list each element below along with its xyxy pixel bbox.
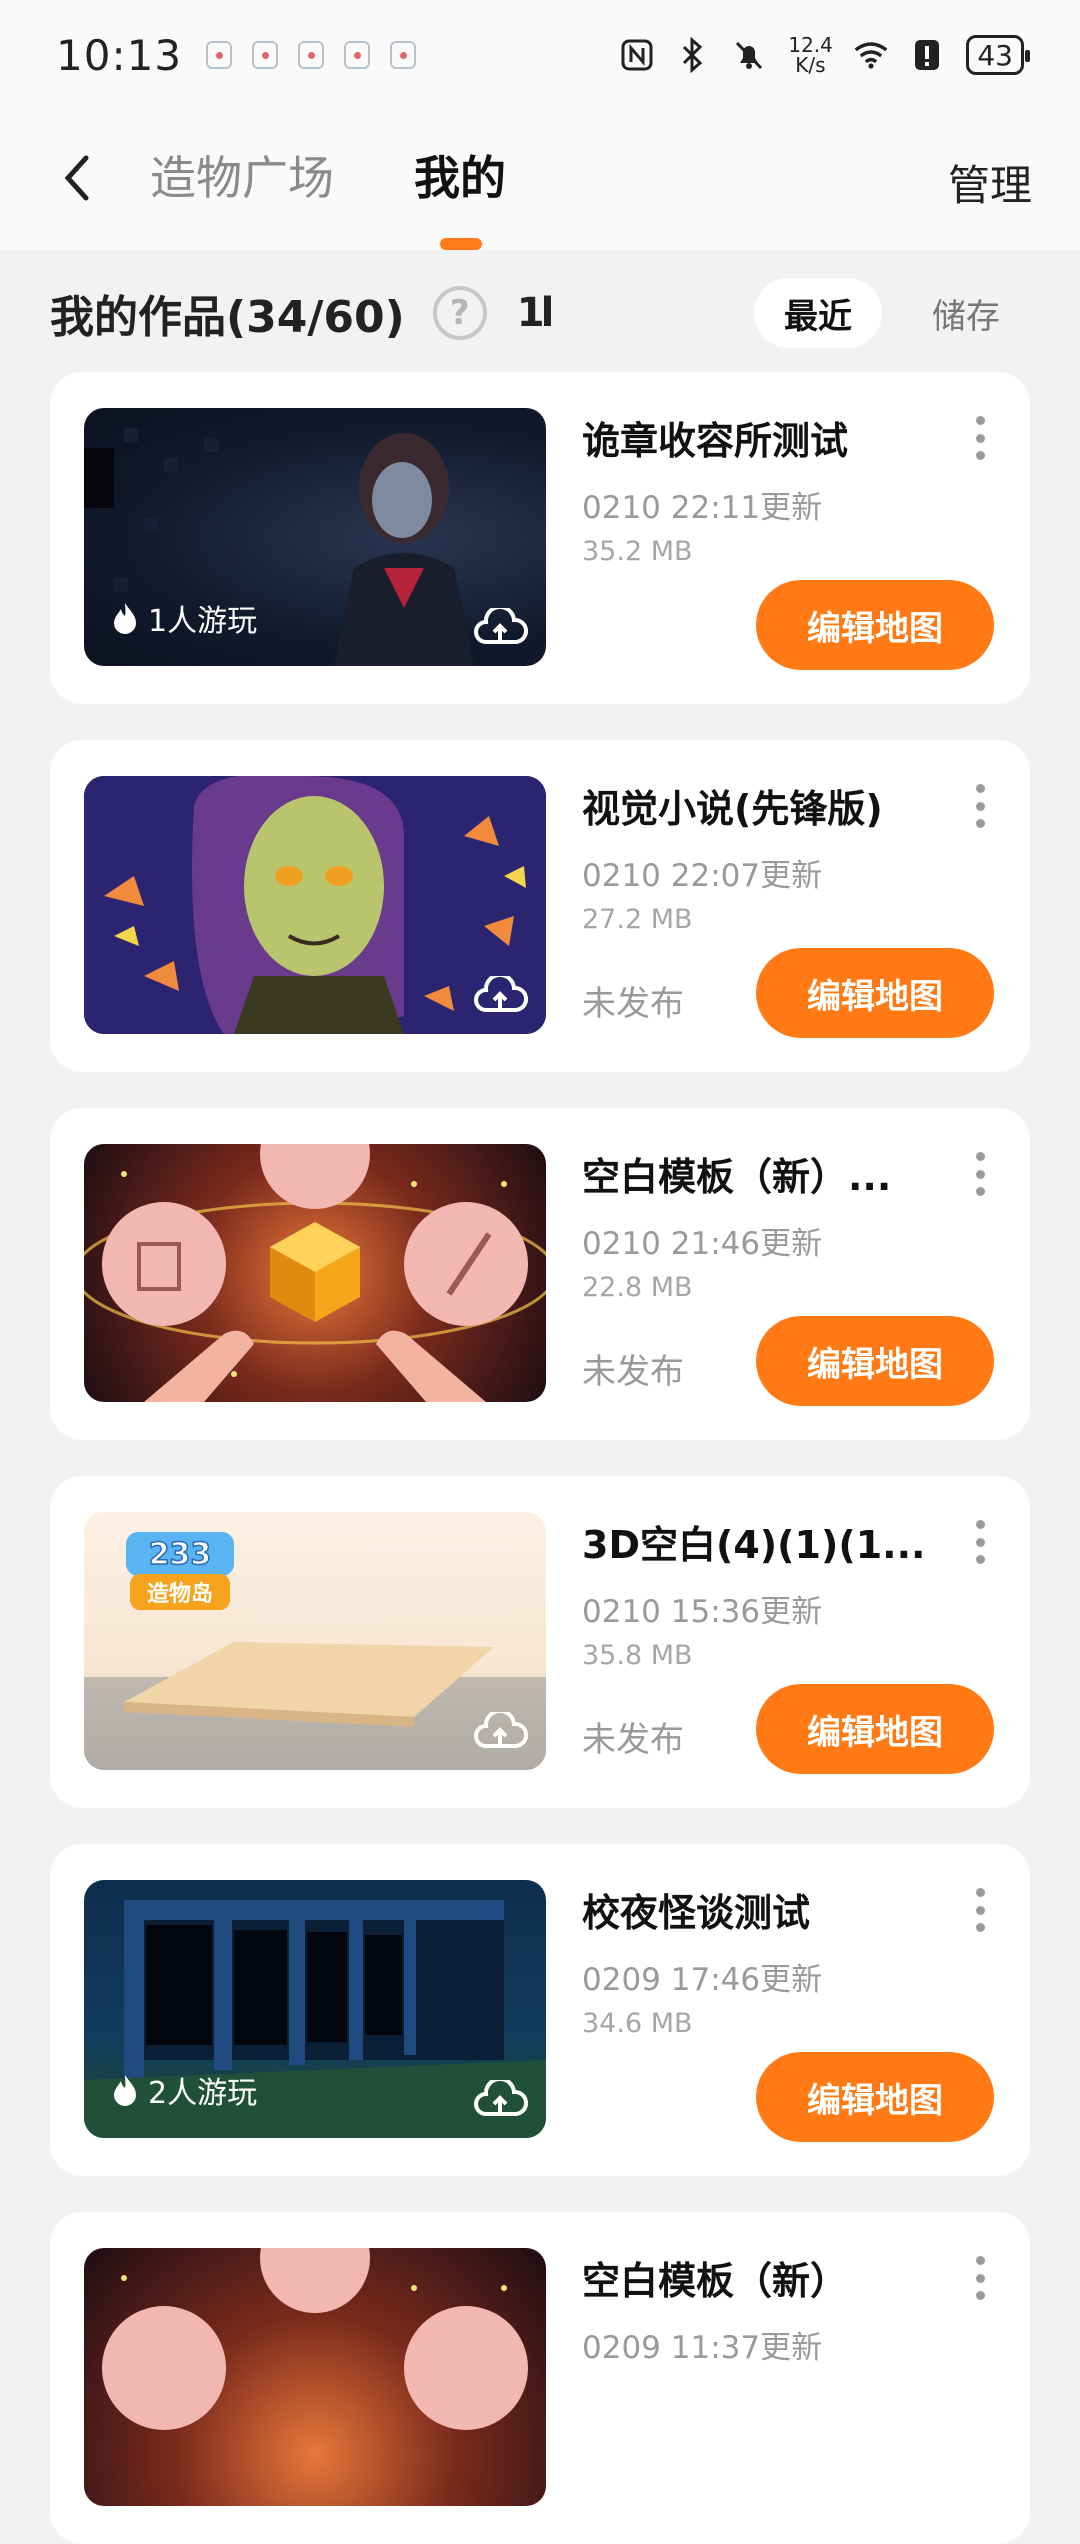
- segment-recent[interactable]: 最近: [754, 278, 882, 348]
- notification-icon: [390, 41, 417, 69]
- edit-map-button[interactable]: 编辑地图: [756, 1684, 994, 1774]
- top-navigation: 造物广场 我的 管理: [0, 110, 1080, 250]
- back-button[interactable]: [48, 148, 108, 208]
- work-updated: 0210 22:11更新: [582, 490, 823, 526]
- edit-map-button[interactable]: 编辑地图: [756, 2052, 994, 2142]
- more-options-icon[interactable]: [970, 1520, 990, 1564]
- edit-map-button[interactable]: 编辑地图: [756, 1316, 994, 1406]
- publish-status: 未发布: [582, 984, 684, 1024]
- thumbnail-art: [102, 2248, 528, 2430]
- players-count: 1人游玩: [112, 596, 257, 640]
- work-size: 35.8 MB: [582, 1640, 693, 1671]
- notification-icons: [206, 41, 417, 69]
- 233-logo-icon: 233 造物岛: [126, 1532, 234, 1610]
- network-speed: 12.4 K/s: [788, 35, 833, 77]
- works-title: 我的作品(34/60): [50, 292, 405, 343]
- work-updated: 0209 11:37更新: [582, 2330, 823, 2366]
- work-thumbnail[interactable]: 233 造物岛: [84, 1512, 546, 1770]
- sort-segment: 最近 储存: [754, 278, 1030, 348]
- tab-mine[interactable]: 我的: [414, 148, 506, 208]
- tab-plaza[interactable]: 造物广场: [150, 148, 334, 208]
- work-card[interactable]: 空白模板（新）... 0210 21:46更新 22.8 MB 未发布 编辑地图: [50, 1108, 1030, 1440]
- more-options-icon[interactable]: [970, 784, 990, 828]
- work-card[interactable]: 1人游玩 诡章收容所测试 0210 22:11更新 35.2 MB 编辑地图: [50, 372, 1030, 704]
- work-card[interactable]: 空白模板（新） 0209 11:37更新: [50, 2212, 1030, 2544]
- work-thumbnail[interactable]: 1人游玩: [84, 408, 546, 666]
- work-card[interactable]: 233 造物岛 3D空白(4)(1)(1... 0210 15:36更新 35.…: [50, 1476, 1030, 1808]
- players-label: 2人游玩: [148, 2076, 258, 2111]
- works-section-header: 我的作品(34/60) ? 1l 最近 储存: [0, 258, 1080, 368]
- work-size: 22.8 MB: [582, 1272, 693, 1303]
- flame-icon: [114, 603, 136, 634]
- svg-text:233: 233: [149, 1537, 212, 1572]
- cloud-upload-icon[interactable]: [472, 976, 528, 1016]
- work-title: 3D空白(4)(1)(1...: [582, 1523, 926, 1567]
- alert-icon: [910, 38, 944, 72]
- publish-status: 未发布: [582, 1720, 684, 1760]
- edit-map-button[interactable]: 编辑地图: [756, 948, 994, 1038]
- active-tab-indicator: [440, 238, 482, 250]
- work-updated: 0210 22:07更新: [582, 858, 823, 894]
- edit-map-button[interactable]: 编辑地图: [756, 580, 994, 670]
- publish-status: 未发布: [582, 1352, 684, 1392]
- battery-indicator: 43: [966, 35, 1030, 75]
- mute-bell-icon: [732, 38, 766, 72]
- bluetooth-icon: [676, 37, 710, 73]
- work-title: 视觉小说(先锋版): [582, 787, 883, 831]
- chevron-left-icon: [64, 155, 89, 201]
- cloud-upload-icon[interactable]: [472, 608, 528, 648]
- svg-text:造物岛: 造物岛: [147, 1581, 213, 1607]
- notification-icon: [298, 41, 325, 69]
- work-thumbnail[interactable]: [84, 776, 546, 1034]
- wifi-icon: [854, 38, 888, 72]
- more-options-icon[interactable]: [970, 2256, 990, 2300]
- work-card[interactable]: 2人游玩 校夜怪谈测试 0209 17:46更新 34.6 MB 编辑地图: [50, 1844, 1030, 2176]
- notification-icon: [252, 41, 279, 69]
- notification-icon: [344, 41, 371, 69]
- thumbnail-art: [84, 1144, 546, 1402]
- segment-storage[interactable]: 储存: [902, 278, 1030, 348]
- more-options-icon[interactable]: [970, 416, 990, 460]
- speed-unit: K/s: [795, 53, 826, 77]
- help-icon[interactable]: ?: [432, 286, 487, 340]
- work-thumbnail[interactable]: [84, 2248, 546, 2506]
- status-time: 10:13: [56, 30, 183, 80]
- players-label: 1人游玩: [148, 604, 258, 639]
- notification-icon: [206, 41, 233, 69]
- work-thumbnail[interactable]: [84, 1144, 546, 1402]
- status-bar: 10:13 12.4 K/s 43: [0, 0, 1080, 110]
- work-card[interactable]: 视觉小说(先锋版) 0210 22:07更新 27.2 MB 未发布 编辑地图: [50, 740, 1030, 1072]
- work-size: 27.2 MB: [582, 904, 693, 935]
- work-size: 34.6 MB: [582, 2008, 693, 2039]
- work-updated: 0210 15:36更新: [582, 1594, 823, 1630]
- work-updated: 0210 21:46更新: [582, 1226, 823, 1262]
- work-title: 空白模板（新）: [582, 2259, 849, 2303]
- sort-button[interactable]: 1l: [517, 290, 554, 336]
- work-size: 35.2 MB: [582, 536, 693, 567]
- more-options-icon[interactable]: [970, 1152, 990, 1196]
- work-thumbnail[interactable]: 2人游玩: [84, 1880, 546, 2138]
- players-count: 2人游玩: [112, 2068, 257, 2112]
- more-options-icon[interactable]: [970, 1888, 990, 1932]
- nfc-icon: [620, 38, 654, 72]
- cloud-upload-icon[interactable]: [472, 2080, 528, 2120]
- work-title: 空白模板（新）...: [582, 1155, 892, 1199]
- work-title: 诡章收容所测试: [582, 419, 849, 463]
- cloud-upload-icon[interactable]: [472, 1712, 528, 1752]
- work-updated: 0209 17:46更新: [582, 1962, 823, 1998]
- flame-icon: [114, 2075, 136, 2106]
- work-title: 校夜怪谈测试: [582, 1891, 811, 1935]
- manage-button[interactable]: 管理: [948, 152, 1032, 213]
